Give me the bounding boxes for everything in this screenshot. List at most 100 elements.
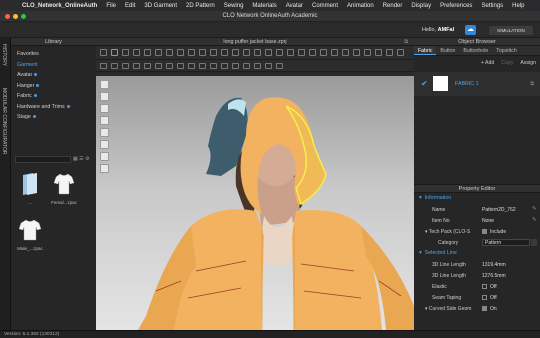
library-item-hanger[interactable]: Hanger xyxy=(17,81,96,92)
puckering-tool-icon[interactable] xyxy=(243,49,250,56)
curved-side-checkbox[interactable]: On xyxy=(482,306,497,312)
merge-tool-icon[interactable] xyxy=(276,62,283,69)
arrangement-tool-icon[interactable] xyxy=(122,62,129,69)
view-mode-icon[interactable] xyxy=(100,80,109,89)
elastic-checkbox[interactable]: Off xyxy=(482,284,497,290)
menu-materials[interactable]: Materials xyxy=(252,3,276,9)
modular-configurator-tab[interactable]: MODULAR CONFIGURATOR xyxy=(1,88,7,154)
section-selected-line[interactable]: ▾ Selected Line xyxy=(414,248,540,259)
buttonhole-tool-icon[interactable] xyxy=(221,49,228,56)
category-dropdown-button[interactable] xyxy=(531,239,537,246)
tab-button[interactable]: Button xyxy=(436,46,459,55)
texture-tool-icon[interactable] xyxy=(276,49,283,56)
library-item-garment[interactable]: Garment xyxy=(17,60,96,71)
topstitch-tool-icon[interactable] xyxy=(232,49,239,56)
garment-display-icon[interactable] xyxy=(100,104,109,113)
shirring-tool-icon[interactable] xyxy=(199,62,206,69)
segment-sewing-icon[interactable] xyxy=(177,49,184,56)
library-search-input[interactable] xyxy=(15,156,71,163)
tape-tool-icon[interactable] xyxy=(166,62,173,69)
transform-tool-icon[interactable] xyxy=(122,49,129,56)
camera-tool-icon[interactable] xyxy=(331,49,338,56)
select-tool-icon[interactable] xyxy=(100,49,107,56)
symmetry-tool-icon[interactable] xyxy=(265,62,272,69)
seam-taping-checkbox[interactable]: Off xyxy=(482,295,497,301)
avatar-display-icon[interactable] xyxy=(100,92,109,101)
xray-tool-icon[interactable] xyxy=(375,49,382,56)
fabric-menu-icon[interactable]: ⧉ xyxy=(530,81,534,87)
library-thumb[interactable]: ... xyxy=(17,172,43,205)
flatten-tool-icon[interactable] xyxy=(144,62,151,69)
pleat-tool-icon[interactable] xyxy=(177,62,184,69)
fabric-list-item[interactable]: ✔ FABRIC 1 ⧉ xyxy=(414,72,540,96)
menu-sewing[interactable]: Sewing xyxy=(224,3,244,9)
pin-display-icon[interactable] xyxy=(100,116,109,125)
tack-tool-icon[interactable] xyxy=(199,49,206,56)
trim-tool-icon[interactable] xyxy=(320,49,327,56)
maximize-icon[interactable]: ⧉ xyxy=(404,38,408,46)
measure-tool-icon[interactable] xyxy=(166,49,173,56)
menu-help[interactable]: Help xyxy=(512,3,524,9)
mesh-display-icon[interactable] xyxy=(100,140,109,149)
solidify-tool-icon[interactable] xyxy=(221,62,228,69)
reset-tool-icon[interactable] xyxy=(254,62,261,69)
skin-display-icon[interactable] xyxy=(100,152,109,161)
section-information[interactable]: ▾ Information xyxy=(414,193,540,204)
menu-app[interactable]: CLO_Network_OnlineAuth xyxy=(22,3,97,9)
strengthen-tool-icon[interactable] xyxy=(133,62,140,69)
brush-tool-icon[interactable] xyxy=(287,49,294,56)
menu-comment[interactable]: Comment xyxy=(312,3,338,9)
elastic-tool-icon[interactable] xyxy=(210,62,217,69)
menu-render[interactable]: Render xyxy=(383,3,403,9)
fitting-tool-icon[interactable] xyxy=(309,49,316,56)
render-tool-icon[interactable] xyxy=(353,49,360,56)
menu-edit[interactable]: Edit xyxy=(125,3,135,9)
category-select[interactable]: Pattern xyxy=(482,239,530,246)
library-item-hardware[interactable]: Hardware and Trims xyxy=(17,102,96,113)
library-item-fabric[interactable]: Fabric xyxy=(17,91,96,102)
layer-tool-icon[interactable] xyxy=(100,62,107,69)
move-tool-icon[interactable] xyxy=(111,49,118,56)
pose-tool-icon[interactable] xyxy=(386,49,393,56)
assign-button[interactable]: Assign xyxy=(520,60,536,66)
tab-fabric[interactable]: Fabric xyxy=(414,46,437,55)
free-sewing-icon[interactable] xyxy=(188,49,195,56)
cloud-icon[interactable]: ☁ xyxy=(465,25,476,35)
library-item-avatar[interactable]: Avatar xyxy=(17,70,96,81)
simulation-button[interactable]: SIMULATION xyxy=(489,26,533,35)
library-item-favorites[interactable]: Favorites xyxy=(17,49,96,60)
copy-button[interactable]: Copy xyxy=(501,60,513,66)
texture-display-icon[interactable] xyxy=(100,128,109,137)
menu-display[interactable]: Display xyxy=(411,3,431,9)
library-thumb[interactable]: Male_...zpac xyxy=(17,218,43,251)
name-value[interactable]: Pattern2D_762 xyxy=(482,207,516,213)
include-checkbox[interactable]: Include xyxy=(482,229,506,235)
tab-topstitch[interactable]: Topstitch xyxy=(492,46,520,55)
library-item-stage[interactable]: Stage xyxy=(17,112,96,123)
pin-tool-icon[interactable] xyxy=(144,49,151,56)
edit-icon[interactable]: ✎ xyxy=(532,206,537,212)
pin-box-tool-icon[interactable] xyxy=(155,49,162,56)
graphic-tool-icon[interactable] xyxy=(265,49,272,56)
fold-arrangement-icon[interactable] xyxy=(188,62,195,69)
library-thumb[interactable]: Femal...zpac xyxy=(51,172,77,205)
edit-icon[interactable]: ✎ xyxy=(532,217,537,223)
menu-3d-garment[interactable]: 3D Garment xyxy=(144,3,177,9)
zipper-tool-icon[interactable] xyxy=(254,49,261,56)
history-tab[interactable]: HISTORY xyxy=(1,44,7,66)
tab-buttonhole[interactable]: Buttonhole xyxy=(459,46,492,55)
item-no-value[interactable]: None xyxy=(482,218,494,224)
gizmo-tool-icon[interactable] xyxy=(298,49,305,56)
deactivate-tool-icon[interactable] xyxy=(232,62,239,69)
menu-settings[interactable]: Settings xyxy=(481,3,503,9)
steam-tool-icon[interactable] xyxy=(155,62,162,69)
avatar-tool-icon[interactable] xyxy=(364,49,371,56)
line-length-value-2[interactable]: 1276.5mm xyxy=(482,273,506,279)
hide-tool-icon[interactable] xyxy=(243,62,250,69)
snapshot-tool-icon[interactable] xyxy=(342,49,349,56)
menu-animation[interactable]: Animation xyxy=(347,3,374,9)
menu-file[interactable]: File xyxy=(106,3,116,9)
line-length-value[interactable]: 1319.4mm xyxy=(482,262,506,268)
menu-2d-pattern[interactable]: 2D Pattern xyxy=(186,3,215,9)
menu-preferences[interactable]: Preferences xyxy=(440,3,472,9)
